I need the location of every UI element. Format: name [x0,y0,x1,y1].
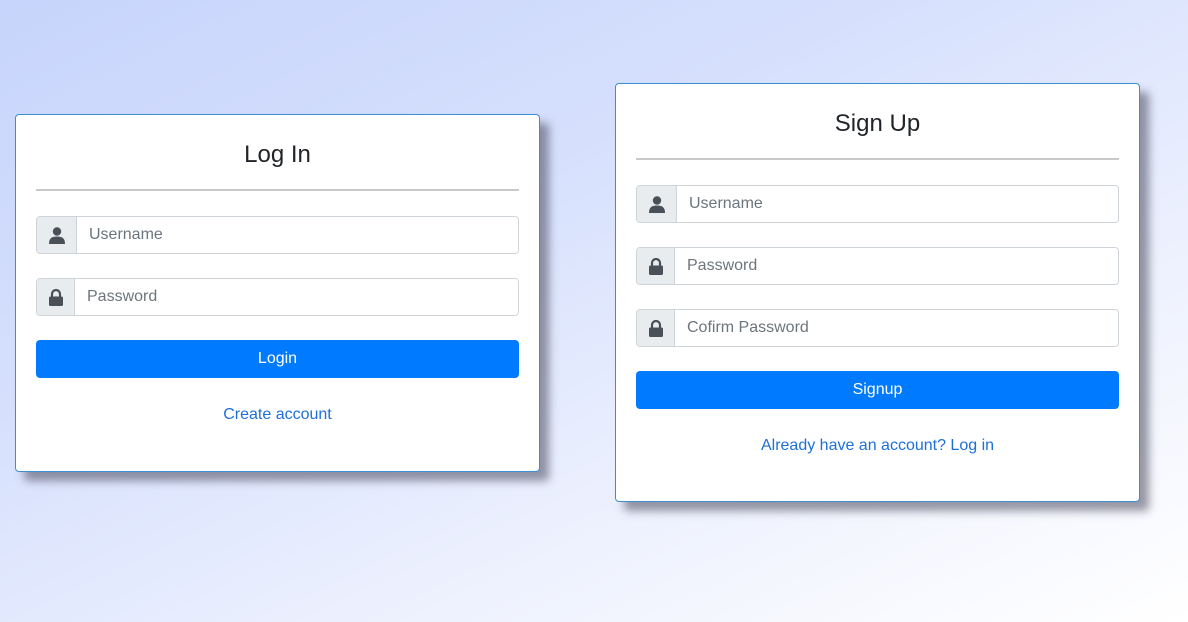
login-username-group [36,216,519,254]
login-password-group [36,278,519,316]
signup-confirm-group [636,309,1119,347]
signup-title: Sign Up [834,110,921,137]
user-icon [637,186,677,222]
login-divider [36,189,519,191]
login-password-input[interactable] [75,279,518,315]
lock-icon [37,279,75,315]
lock-icon [637,248,675,284]
signup-confirm-password-input[interactable] [675,310,1118,346]
login-card: Log In Login Create account [15,114,540,472]
user-icon [37,217,77,253]
signup-password-input[interactable] [675,248,1118,284]
login-button[interactable]: Login [36,340,519,378]
signup-username-input[interactable] [677,186,1118,222]
login-username-input[interactable] [77,217,518,253]
login-title: Log In [244,141,311,168]
signup-password-group [636,247,1119,285]
signup-divider [636,158,1119,160]
login-link[interactable]: Already have an account? Log in [636,437,1119,455]
signup-card: Sign Up Signup Already have an account? … [615,83,1140,502]
create-account-link[interactable]: Create account [36,406,519,424]
lock-icon [637,310,675,346]
signup-button[interactable]: Signup [636,371,1119,409]
signup-username-group [636,185,1119,223]
